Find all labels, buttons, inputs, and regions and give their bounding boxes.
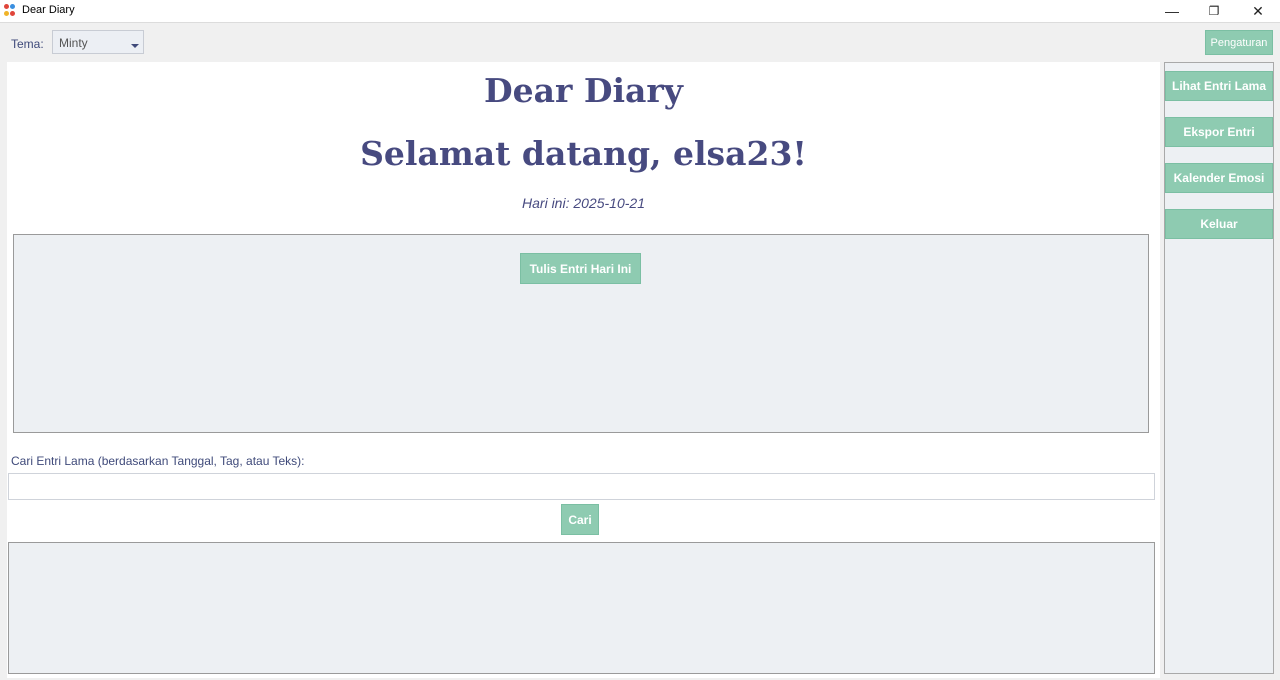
theme-label: Tema: <box>11 37 44 51</box>
sidebar: Lihat Entri Lama Ekspor Entri Kalender E… <box>1164 62 1274 674</box>
view-old-entries-button[interactable]: Lihat Entri Lama <box>1165 71 1273 101</box>
theme-dropdown[interactable]: Minty <box>52 30 144 54</box>
today-date: Hari ini: 2025-10-21 <box>522 195 645 211</box>
main-content: Dear Diary Selamat datang, elsa23! Hari … <box>7 62 1160 678</box>
settings-button[interactable]: Pengaturan <box>1205 30 1273 55</box>
title-bar: Dear Diary — ❐ ✕ <box>0 0 1280 23</box>
write-entry-button[interactable]: Tulis Entri Hari Ini <box>520 253 641 284</box>
chevron-down-icon <box>131 44 139 48</box>
app-heading: Dear Diary <box>484 71 683 110</box>
restore-button[interactable]: ❐ <box>1192 0 1236 22</box>
emotion-calendar-button[interactable]: Kalender Emosi <box>1165 163 1273 193</box>
top-toolbar: Tema: Minty <box>0 23 1280 61</box>
export-entries-button[interactable]: Ekspor Entri <box>1165 117 1273 147</box>
search-results-panel <box>8 542 1155 674</box>
logout-button[interactable]: Keluar <box>1165 209 1273 239</box>
entry-panel: Tulis Entri Hari Ini <box>13 234 1149 433</box>
app-logo-icon <box>4 4 18 18</box>
close-button[interactable]: ✕ <box>1236 0 1280 22</box>
welcome-heading: Selamat datang, elsa23! <box>360 134 807 173</box>
search-label: Cari Entri Lama (berdasarkan Tanggal, Ta… <box>11 454 305 468</box>
search-input[interactable] <box>8 473 1155 500</box>
theme-dropdown-value: Minty <box>59 36 88 50</box>
search-button[interactable]: Cari <box>561 504 599 535</box>
window-title: Dear Diary <box>22 4 75 16</box>
minimize-button[interactable]: — <box>1150 0 1194 22</box>
